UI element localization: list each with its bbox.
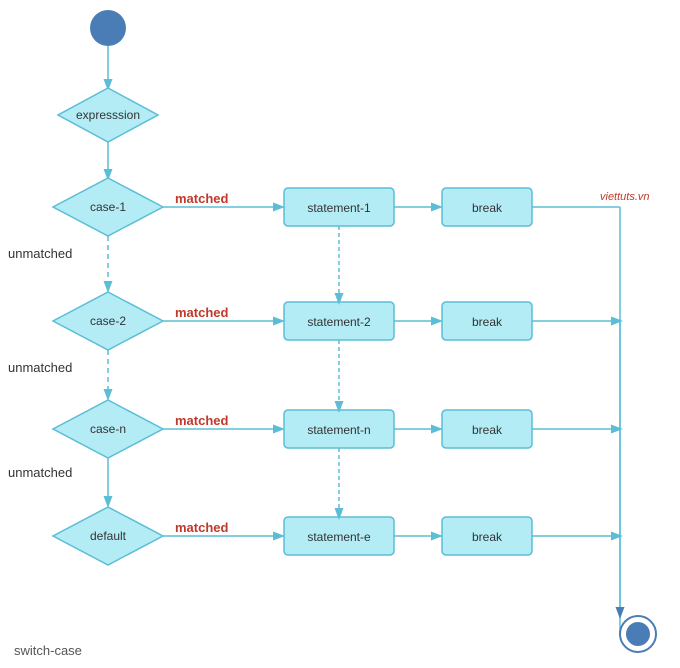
watermark: viettuts.vn [600, 191, 650, 203]
breake-label: break [472, 530, 503, 544]
stmt2-label: statement-2 [307, 315, 371, 329]
stmte-label: statement-e [307, 530, 371, 544]
stmt1-label: statement-1 [307, 201, 371, 215]
stmtn-label: statement-n [307, 423, 370, 437]
matchedd-label: matched [175, 520, 229, 535]
break1-label: break [472, 201, 503, 215]
diagram-title-label: switch-case [14, 643, 82, 658]
start-circle [90, 10, 126, 46]
unmatched1-label: unmatched [8, 246, 72, 261]
break2-label: break [472, 315, 503, 329]
unmatchedn-label: unmatched [8, 465, 72, 480]
default-label: default [90, 529, 127, 543]
matched2-label: matched [175, 305, 229, 320]
matched1-label: matched [175, 191, 229, 206]
casen-label: case-n [90, 422, 126, 436]
case1-label: case-1 [90, 200, 126, 214]
unmatched2-label: unmatched [8, 360, 72, 375]
case2-label: case-2 [90, 314, 126, 328]
end-circle-inner [626, 622, 650, 646]
expression-label: expresssion [76, 108, 140, 122]
breakn-label: break [472, 423, 503, 437]
matchedn-label: matched [175, 413, 229, 428]
